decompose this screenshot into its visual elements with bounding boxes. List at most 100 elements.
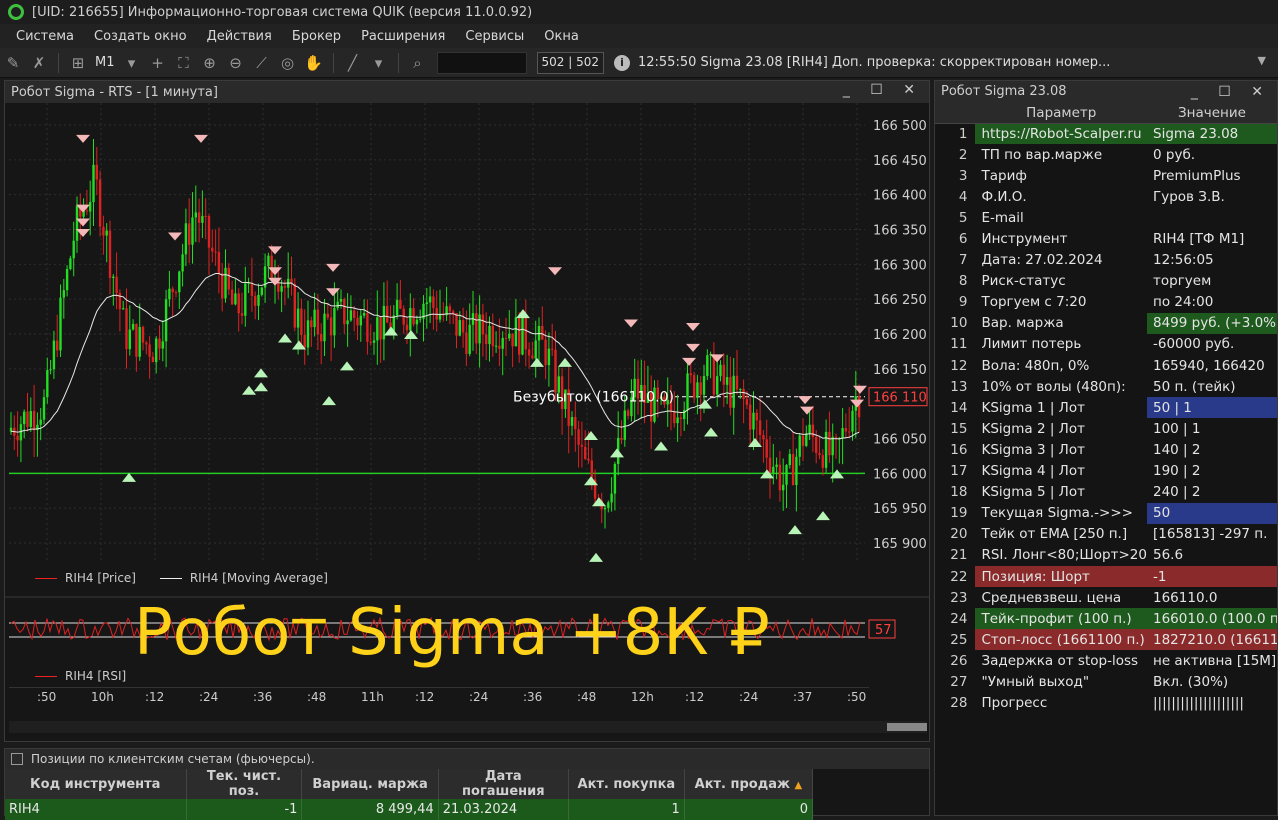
chevron-down-icon[interactable]: ▼ (1258, 54, 1266, 67)
sigma-row[interactable]: 21 RSI. Лонг<80;Шорт>20 56.6 (935, 545, 1277, 566)
moving-average-line (10, 273, 860, 440)
y-tick-label: 166 200 (873, 328, 927, 343)
candle-body (366, 313, 369, 342)
sigma-row[interactable]: 7 Дата: 27.02.2024 12:56:05 (935, 250, 1277, 271)
candle-body (531, 355, 534, 359)
menu-item-actions[interactable]: Действия (207, 29, 272, 44)
candle-body (395, 299, 399, 316)
buy-signal-marker (584, 431, 598, 441)
candle-body (217, 251, 221, 274)
sigma-row[interactable]: 6 Инструмент RIH4 [ТФ M1] (935, 228, 1277, 249)
menu-item-windows[interactable]: Окна (544, 29, 579, 44)
zoom-out-icon[interactable]: ⊖ (225, 52, 247, 74)
ruler-icon[interactable]: ⟋ (251, 52, 273, 74)
menu-item-create-window[interactable]: Создать окно (94, 29, 187, 44)
sigma-row[interactable]: 8 Риск-статус торгуем (935, 271, 1277, 292)
col-variation-margin[interactable]: Вариац. маржа (301, 769, 439, 799)
target-icon[interactable]: ◎ (277, 52, 299, 74)
candle-body (92, 164, 95, 203)
col-expiration-date[interactable]: Дата погашения (438, 769, 569, 799)
menu-item-broker[interactable]: Брокер (292, 29, 341, 44)
hand-icon[interactable]: ✋ (303, 52, 325, 74)
price-legend-swatch (35, 578, 57, 579)
candle-body (138, 327, 141, 357)
sigma-row[interactable]: 25 Стоп-лосс (1661100 п.) 1827210.0 (16611… (935, 629, 1277, 651)
sigma-row[interactable]: 2 ТП по вар.марже 0 руб. (935, 144, 1277, 165)
sigma-row[interactable]: 19 Текущая Sigma.->>> 50 (935, 502, 1277, 524)
row-number: 17 (950, 463, 968, 480)
candle-body (155, 338, 158, 363)
horizontal-scrollbar[interactable] (9, 721, 927, 733)
sigma-row[interactable]: 26 Задержка от stop-loss не активна [15M] (935, 650, 1277, 671)
sigma-row[interactable]: 27 "Умный выход" Вкл. (30%) (935, 671, 1277, 692)
add-indicator-icon[interactable]: ⊞ (67, 52, 89, 74)
candle-body (580, 444, 584, 447)
sigma-row[interactable]: 9 Торгуем с 7:20 по 24:00 (935, 292, 1277, 313)
sigma-row[interactable]: 17 KSigma 4 | Лот 190 | 2 (935, 461, 1277, 482)
candle-body (554, 349, 557, 393)
chevron-down-icon[interactable]: ▾ (121, 52, 143, 74)
sigma-row[interactable]: 3 Тариф PremiumPlus (935, 165, 1277, 186)
param-value: 0 руб. (1153, 146, 1196, 163)
col-active-sell[interactable]: Акт. продаж ▲ (684, 769, 814, 799)
candle-body (732, 375, 735, 408)
param-value: по 24:00 (1153, 294, 1214, 311)
line-tool-icon[interactable]: ╱ (342, 52, 364, 74)
interval-select[interactable]: M1 (95, 55, 115, 70)
col-value[interactable]: Значение (1147, 103, 1277, 124)
candle-body (214, 251, 217, 253)
sigma-row[interactable]: 18 KSigma 5 | Лот 240 | 2 (935, 482, 1277, 503)
positions-window: Позиции по клиентским счетам (фьючерсы).… (4, 748, 930, 820)
scrollbar-thumb[interactable] (887, 723, 927, 731)
param-name: Позиция: Шорт (975, 565, 1147, 588)
col-instrument[interactable]: Код инструмента (5, 769, 187, 799)
sigma-row[interactable]: 23 Средневзвеш. цена 166110.0 (935, 587, 1277, 608)
sigma-row[interactable]: 10 Вар. маржа 8499 руб. (+3.0%) (935, 312, 1277, 334)
sigma-row[interactable]: 16 KSigma 3 | Лот 140 | 2 (935, 439, 1277, 460)
fit-icon[interactable]: ⛶ (173, 52, 195, 74)
zoom-in-icon[interactable]: ⊕ (199, 52, 221, 74)
sigma-row[interactable]: 20 Тейк от EMA [250 п.] [165813] -297 п. (935, 524, 1277, 545)
chevron-down-icon[interactable]: ▾ (368, 52, 390, 74)
candle-body (23, 411, 26, 425)
sigma-row[interactable]: 14 KSigma 1 | Лот 50 | 1 (935, 397, 1277, 419)
sigma-row[interactable]: 5 E-mail (935, 207, 1277, 228)
sigma-row[interactable]: 28 Прогресс |||||||||||||||||||| (935, 693, 1277, 714)
search-icon[interactable]: ⌕ (407, 52, 429, 74)
sigma-row[interactable]: 24 Тейк-профит (100 п.) 166010.0 (100.0 п.… (935, 608, 1277, 630)
delete-tool-icon[interactable]: ✗ (28, 52, 50, 74)
param-value: 56.6 (1153, 547, 1184, 564)
col-net-position[interactable]: Тек. чист. поз. (186, 769, 303, 799)
window-controls[interactable]: _ ☐ ✕ (843, 82, 923, 98)
search-input[interactable] (436, 51, 527, 74)
col-param[interactable]: Параметр (975, 103, 1147, 124)
sigma-row[interactable]: 12 Вола: 480п, 0% 165940, 166420 (935, 355, 1277, 376)
candle-body (39, 419, 42, 425)
sell-signal-marker (686, 323, 700, 332)
edit-icon[interactable]: ✎ (2, 52, 24, 74)
candle-body (260, 287, 263, 295)
sigma-row[interactable]: 13 10% от волы (480п): 50 п. (тейк) (935, 376, 1277, 397)
candle-body (821, 455, 824, 468)
candle-body (527, 349, 531, 356)
menu-item-system[interactable]: Система (16, 29, 74, 44)
crosshair-icon[interactable]: + (147, 52, 169, 74)
menu-item-extensions[interactable]: Расширения (361, 29, 445, 44)
sigma-row[interactable]: 1 https://Robot-Scalper.ru Sigma 23.08 (935, 123, 1277, 145)
menu-item-services[interactable]: Сервисы (465, 29, 524, 44)
table-row[interactable]: RIH4 -1 8 499,44 21.03.2024 1 0 (5, 799, 814, 820)
candle-body (56, 340, 59, 351)
cell-expiration-date: 21.03.2024 (438, 799, 569, 820)
sigma-window-title: Робот Sigma 23.08 (941, 84, 1067, 99)
col-active-buy[interactable]: Акт. покупка (568, 769, 685, 799)
candle-body (234, 293, 237, 305)
y-tick-label: 166 400 (873, 189, 927, 204)
sigma-row[interactable]: 15 KSigma 2 | Лот 100 | 1 (935, 418, 1277, 439)
sigma-row[interactable]: 4 Ф.И.О. Гуров З.В. (935, 186, 1277, 207)
sigma-row[interactable]: 11 Лимит потерь -60000 руб. (935, 334, 1277, 355)
candle-body (541, 326, 544, 340)
candle-body (782, 484, 785, 491)
toolbar-separator (58, 52, 59, 73)
sigma-row[interactable]: 22 Позиция: Шорт -1 (935, 565, 1277, 588)
window-controls[interactable]: _ ☐ ✕ (1191, 81, 1271, 103)
